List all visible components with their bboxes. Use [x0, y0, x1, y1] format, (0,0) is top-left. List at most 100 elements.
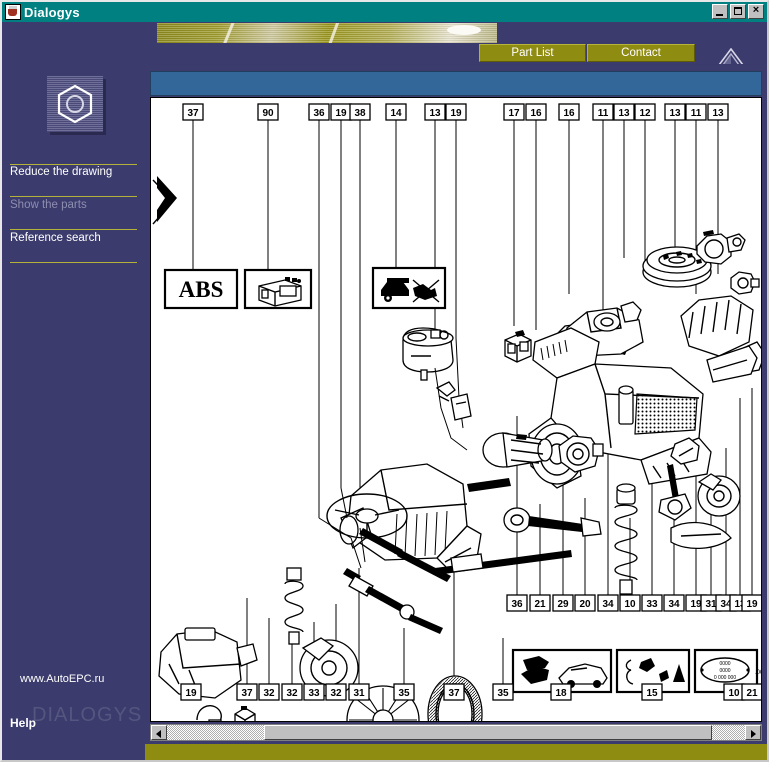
callout-35[interactable]: 35: [492, 683, 514, 701]
sidebar-item-reference-search[interactable]: Reference search: [10, 228, 137, 248]
callout-37[interactable]: 37: [236, 683, 258, 701]
svg-text:13: 13: [429, 108, 441, 119]
svg-text:29: 29: [557, 599, 569, 610]
svg-text:13: 13: [669, 108, 681, 119]
svg-text:20: 20: [579, 599, 591, 610]
svg-text:35: 35: [497, 688, 509, 699]
svg-text:.000.000: .000.000: [755, 670, 761, 676]
callout-32[interactable]: 32: [325, 683, 347, 701]
callout-10[interactable]: 10: [723, 683, 745, 701]
svg-text:0000: 0000: [719, 661, 730, 667]
horizontal-scrollbar[interactable]: [150, 724, 762, 741]
callout-32[interactable]: 32: [258, 683, 280, 701]
callout-29[interactable]: 29: [552, 594, 574, 612]
callout-18[interactable]: 18: [550, 683, 572, 701]
svg-text:36: 36: [511, 599, 523, 610]
svg-text:0000: 0000: [719, 668, 730, 674]
callout-row-top: 37 90 36 19 38 14 13 19 17 16 16 11 13 1…: [182, 103, 729, 121]
callout-38[interactable]: 38: [349, 103, 371, 121]
scroll-left-arrow[interactable]: [151, 725, 167, 740]
callout-row-middle-right: 36 21 29 20 34 10 33 34 19 31 34 13 19: [506, 594, 761, 612]
svg-text:12: 12: [639, 108, 651, 119]
callout-13[interactable]: 13: [424, 103, 446, 121]
callout-37[interactable]: 37: [443, 683, 465, 701]
scrollbar-thumb[interactable]: [264, 725, 712, 740]
callout-20[interactable]: 20: [574, 594, 596, 612]
callout-19[interactable]: 19: [741, 594, 761, 612]
callout-10[interactable]: 10: [619, 594, 641, 612]
callout-31[interactable]: 31: [348, 683, 370, 701]
callout-12[interactable]: 12: [634, 103, 656, 121]
svg-text:34: 34: [668, 599, 680, 610]
svg-text:19: 19: [335, 108, 347, 119]
application-window: Dialogys × Part List Contact Control pan…: [0, 0, 769, 762]
callout-21[interactable]: 21: [529, 594, 551, 612]
title-bar: Dialogys ×: [2, 2, 767, 22]
svg-text:38: 38: [354, 108, 366, 119]
minimize-button[interactable]: [712, 4, 728, 19]
window-controls: ×: [712, 4, 764, 19]
callout-16[interactable]: 16: [525, 103, 547, 121]
diagram-canvas[interactable]: .ln { stroke:#000; stroke-width:1; fill:…: [150, 97, 762, 722]
svg-text:16: 16: [530, 108, 542, 119]
nav-tab-part-list[interactable]: Part List: [479, 44, 586, 62]
callout-19[interactable]: 19: [180, 683, 202, 701]
callout-13[interactable]: 13: [664, 103, 686, 121]
svg-text:19: 19: [185, 688, 197, 699]
svg-text:0 000 000: 0 000 000: [714, 675, 736, 681]
help-button[interactable]: Help: [10, 716, 36, 730]
callout-36[interactable]: 36: [506, 594, 528, 612]
svg-text:14: 14: [390, 108, 402, 119]
callout-37[interactable]: 37: [182, 103, 204, 121]
callout-36[interactable]: 36: [308, 103, 330, 121]
app-icon: [5, 4, 21, 20]
nav-tab-contact[interactable]: Contact: [587, 44, 695, 62]
svg-text:33: 33: [308, 688, 320, 699]
svg-text:32: 32: [286, 688, 298, 699]
callout-33[interactable]: 33: [641, 594, 663, 612]
status-bar-left: [2, 682, 145, 700]
svg-text:ABS: ABS: [179, 277, 224, 302]
callout-16[interactable]: 16: [558, 103, 580, 121]
svg-text:33: 33: [646, 599, 658, 610]
svg-text:90: 90: [262, 108, 274, 119]
callout-19[interactable]: 19: [445, 103, 467, 121]
svg-text:21: 21: [534, 599, 546, 610]
callout-34[interactable]: 34: [663, 594, 685, 612]
callout-19[interactable]: 19: [330, 103, 352, 121]
callout-17[interactable]: 17: [503, 103, 525, 121]
maximize-button[interactable]: [730, 4, 746, 19]
svg-text:35: 35: [398, 688, 410, 699]
callout-21[interactable]: 21: [741, 683, 761, 701]
navigation-bar: Part List Contact Control panel Vehicle …: [2, 22, 767, 102]
close-button[interactable]: ×: [748, 4, 764, 19]
callout-11[interactable]: 11: [592, 103, 614, 121]
callout-14[interactable]: 14: [385, 103, 407, 121]
sidebar-item-reduce-drawing[interactable]: Reduce the drawing: [10, 162, 137, 182]
callout-13[interactable]: 13: [613, 103, 635, 121]
status-bar: [145, 744, 767, 760]
callout-90[interactable]: 90: [257, 103, 279, 121]
svg-text:15: 15: [646, 688, 658, 699]
svg-text:11: 11: [691, 108, 702, 119]
svg-text:16: 16: [563, 108, 575, 119]
svg-text:37: 37: [241, 688, 253, 699]
window-title: Dialogys: [24, 4, 80, 20]
content-header-bar: [150, 71, 762, 96]
scroll-right-arrow[interactable]: [745, 725, 761, 740]
svg-text:32: 32: [330, 688, 342, 699]
callout-13[interactable]: 13: [707, 103, 729, 121]
callout-32[interactable]: 32: [281, 683, 303, 701]
callout-15[interactable]: 15: [641, 683, 663, 701]
menu-divider: [10, 262, 137, 263]
content-panel: .ln { stroke:#000; stroke-width:1; fill:…: [145, 64, 767, 760]
callout-33[interactable]: 33: [303, 683, 325, 701]
svg-text:13: 13: [618, 108, 630, 119]
callout-34[interactable]: 34: [597, 594, 619, 612]
close-icon: ×: [752, 4, 760, 16]
svg-text:37: 37: [448, 688, 460, 699]
callout-11[interactable]: 11: [685, 103, 707, 121]
svg-text:19: 19: [746, 599, 758, 610]
sidebar-item-show-parts[interactable]: Show the parts: [10, 195, 137, 215]
callout-35[interactable]: 35: [393, 683, 415, 701]
